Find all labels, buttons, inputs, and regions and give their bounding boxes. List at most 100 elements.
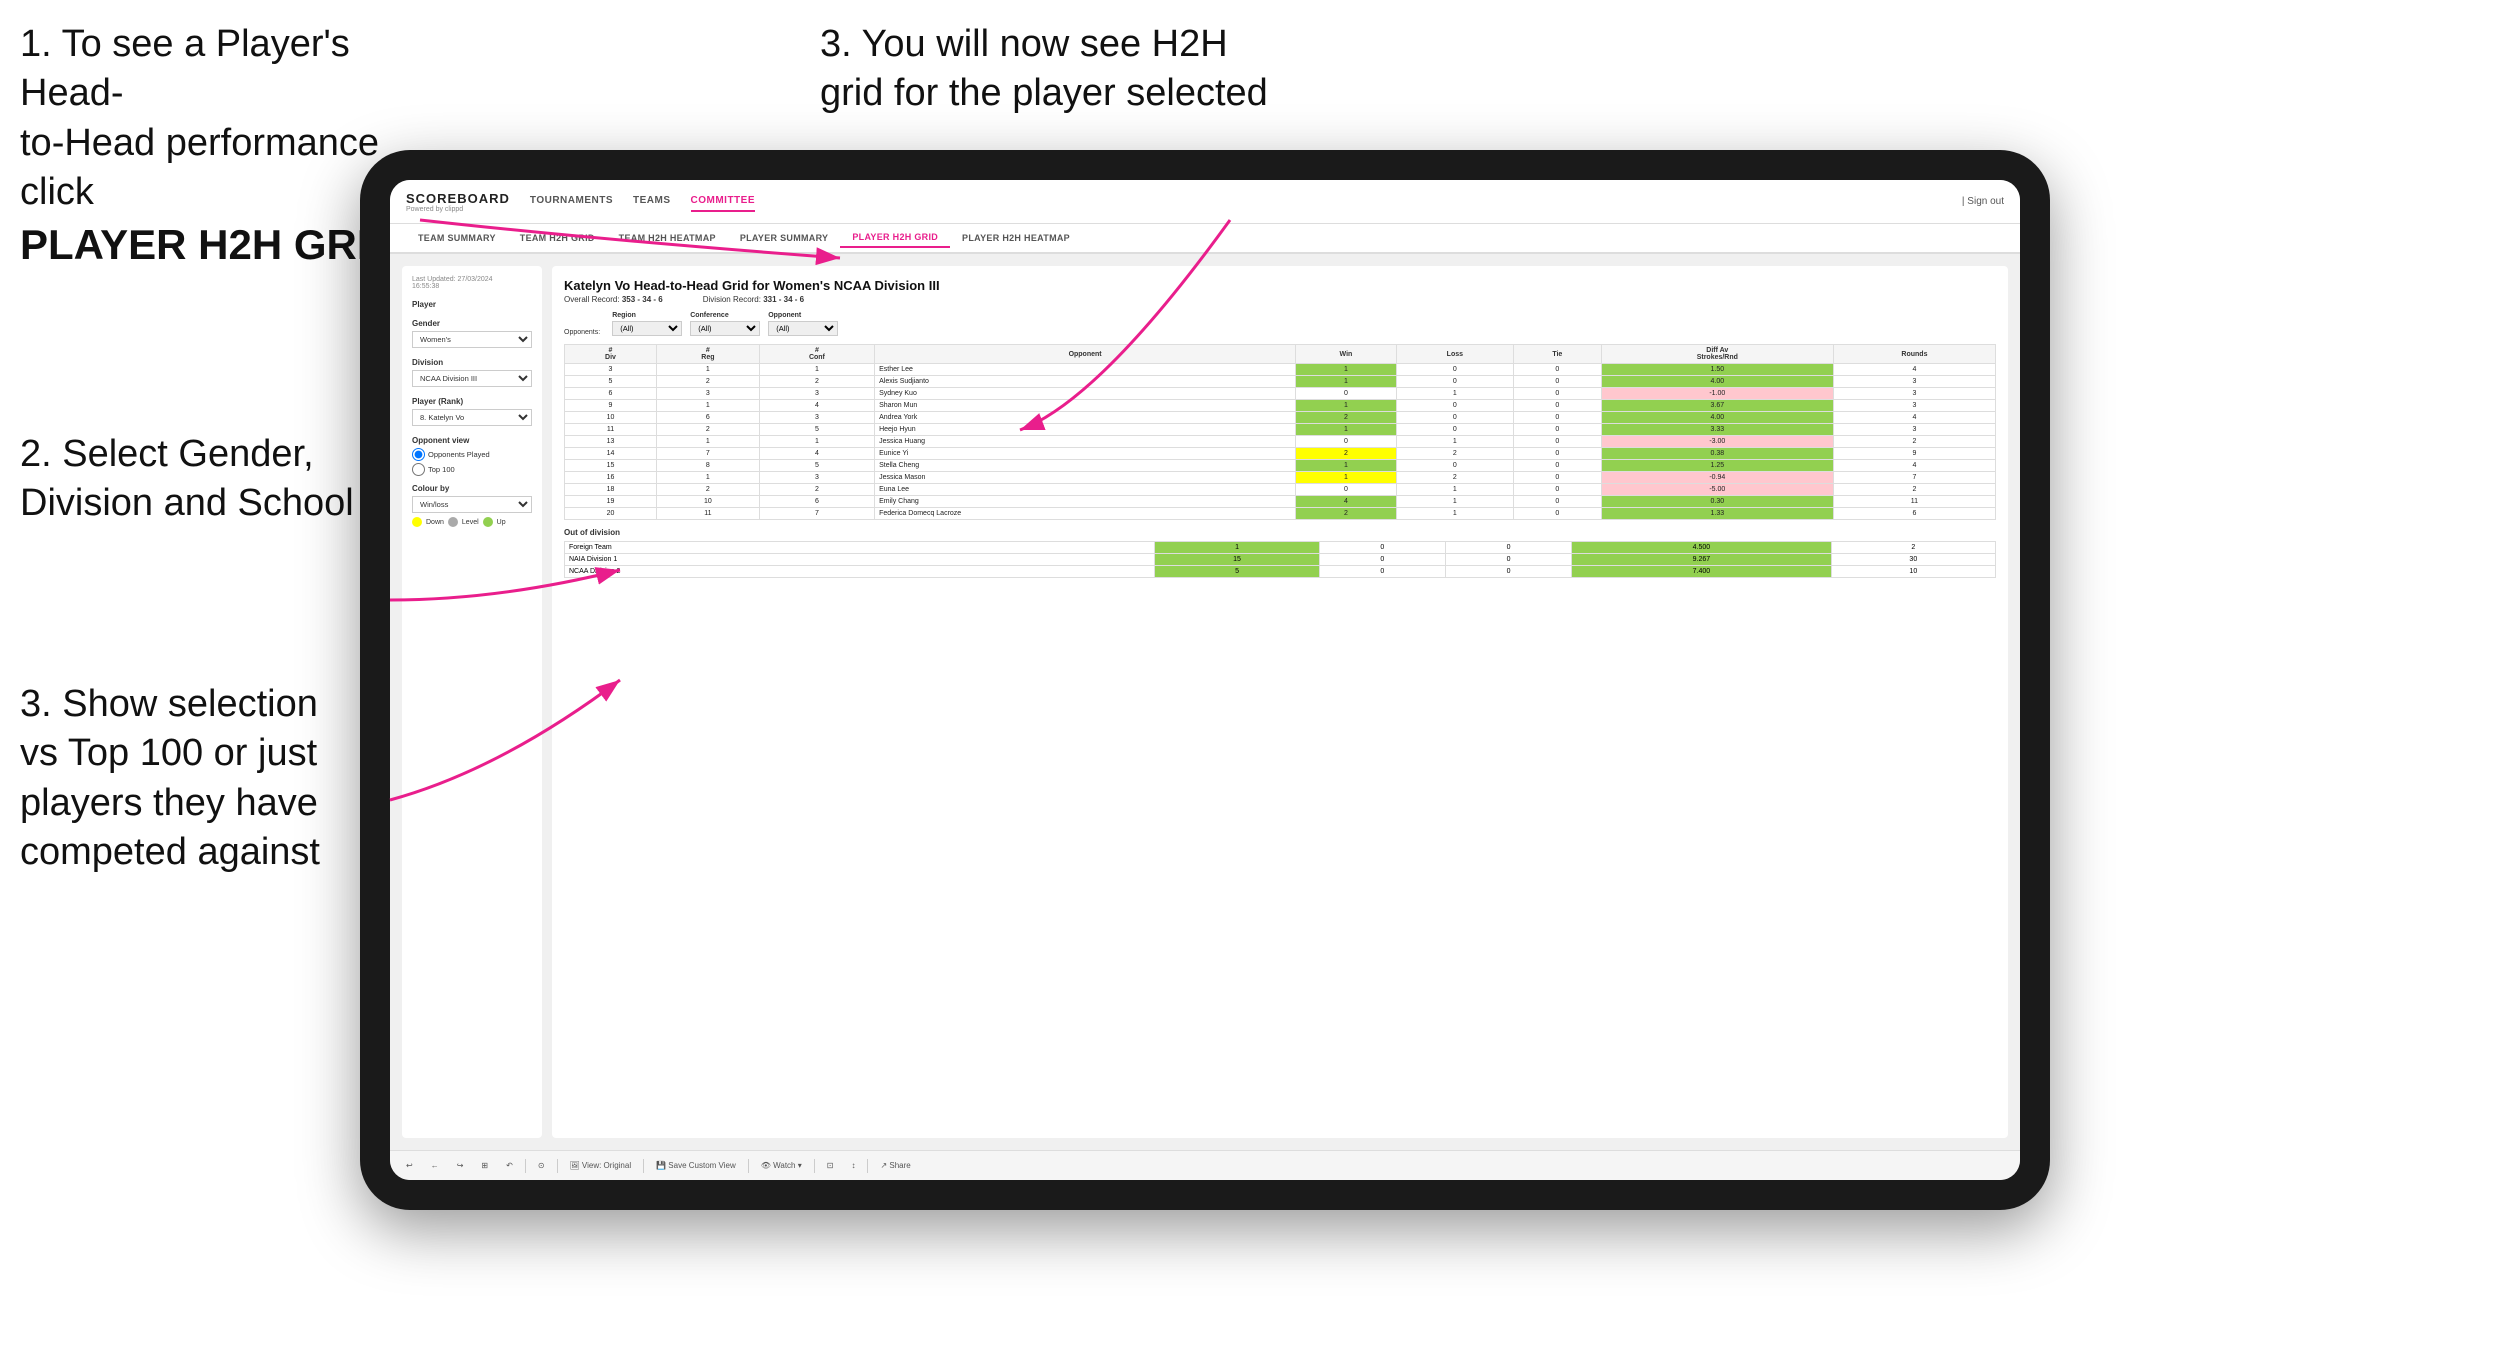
filter-opponent-select[interactable]: (All) [768, 321, 838, 336]
cell-div: 18 [565, 484, 657, 496]
out-table-row: Foreign Team 1 0 0 4.500 2 [565, 542, 1996, 554]
subnav-player-summary[interactable]: PLAYER SUMMARY [728, 229, 841, 247]
toolbar-watch[interactable]: 👁 Watch ▾ [755, 1158, 808, 1173]
sidebar-timestamp: Last Updated: 27/03/2024 16:55:38 [412, 276, 532, 290]
cell-win: 1 [1296, 364, 1397, 376]
gender-label: Gender [412, 319, 532, 328]
cell-div: 11 [565, 424, 657, 436]
toolbar-divider6 [867, 1159, 868, 1173]
cell-loss: 0 [1396, 364, 1513, 376]
division-select[interactable]: NCAA Division III [412, 370, 532, 387]
step3-left-line2: vs Top 100 or just [20, 732, 317, 774]
subnav-player-h2h-heatmap[interactable]: PLAYER H2H HEATMAP [950, 229, 1082, 247]
toolbar-layout[interactable]: ⊡ [821, 1158, 840, 1173]
cell-tie: 0 [1513, 436, 1601, 448]
cell-win: 2 [1296, 508, 1397, 520]
toolbar-arrows[interactable]: ↕ [845, 1158, 861, 1173]
toolbar-save-custom-view[interactable]: 💾 Save Custom View [650, 1158, 742, 1173]
filter-conference-select[interactable]: (All) [690, 321, 760, 336]
toolbar-redo[interactable]: ↪ [451, 1158, 470, 1173]
table-row: 3 1 1 Esther Lee 1 0 0 1.50 4 [565, 364, 1996, 376]
sidebar-colour-by: Colour by Win/loss Down Level Up [412, 484, 532, 527]
step1-line2: to-Head performance click [20, 122, 379, 213]
sidebar-player-section: Player [412, 300, 532, 309]
cell-tie: 0 [1513, 376, 1601, 388]
toolbar-divider3 [643, 1159, 644, 1173]
table-row: 10 6 3 Andrea York 2 0 0 4.00 4 [565, 412, 1996, 424]
tablet-screen: SCOREBOARD Powered by clippd TOURNAMENTS… [390, 180, 2020, 1180]
cell-diff: 4.00 [1601, 412, 1833, 424]
cell-tie: 0 [1513, 496, 1601, 508]
radio-top100-input[interactable] [412, 463, 425, 476]
sidebar-player-rank-section: Player (Rank) 8. Katelyn Vo [412, 397, 532, 426]
cell-diff: -0.94 [1601, 472, 1833, 484]
toolbar-undo[interactable]: ↩ [400, 1158, 419, 1173]
cell-opponent: Emily Chang [875, 496, 1296, 508]
cell-div: 3 [565, 364, 657, 376]
cell-conf: 4 [759, 448, 874, 460]
step3-right-text: 3. You will now see H2H grid for the pla… [820, 23, 1268, 114]
cell-conf: 2 [759, 376, 874, 388]
cell-diff: 0.30 [1601, 496, 1833, 508]
cell-loss: 1 [1396, 496, 1513, 508]
th-reg: #Reg [657, 345, 760, 364]
nav-teams[interactable]: TEAMS [633, 191, 671, 212]
cell-opponent: Sydney Kuo [875, 388, 1296, 400]
out-cell-name: NAIA Division 1 [565, 554, 1155, 566]
out-cell-rounds: 2 [1831, 542, 1995, 554]
cell-diff: 1.50 [1601, 364, 1833, 376]
cell-diff: -1.00 [1601, 388, 1833, 400]
radio-opponents-played-input[interactable] [412, 448, 425, 461]
cell-opponent: Sharon Mun [875, 400, 1296, 412]
radio-opponents-played-label: Opponents Played [428, 450, 490, 459]
brand: SCOREBOARD Powered by clippd [406, 191, 510, 213]
toolbar-timer[interactable]: ⊙ [532, 1158, 551, 1173]
gender-select[interactable]: Women's [412, 331, 532, 348]
cell-reg: 6 [657, 412, 760, 424]
player-rank-select[interactable]: 8. Katelyn Vo [412, 409, 532, 426]
cell-div: 19 [565, 496, 657, 508]
legend-dot-down [412, 517, 422, 527]
nav-committee[interactable]: COMMITTEE [691, 191, 756, 212]
toolbar-grid[interactable]: ⊞ [475, 1158, 494, 1173]
subnav-player-h2h-grid[interactable]: PLAYER H2H GRID [840, 228, 950, 248]
out-cell-tie: 0 [1445, 542, 1571, 554]
cell-rounds: 11 [1833, 496, 1995, 508]
legend: Down Level Up [412, 517, 532, 527]
cell-rounds: 3 [1833, 388, 1995, 400]
cell-opponent: Esther Lee [875, 364, 1296, 376]
radio-top100[interactable]: Top 100 [412, 463, 532, 476]
table-row: 11 2 5 Heejo Hyun 1 0 0 3.33 3 [565, 424, 1996, 436]
toolbar-divider1 [525, 1159, 526, 1173]
toolbar-divider2 [557, 1159, 558, 1173]
table-row: 16 1 3 Jessica Mason 1 2 0 -0.94 7 [565, 472, 1996, 484]
cell-tie: 0 [1513, 412, 1601, 424]
division-label: Division [412, 358, 532, 367]
subnav-team-h2h-grid[interactable]: TEAM H2H GRID [508, 229, 607, 247]
cell-opponent: Andrea York [875, 412, 1296, 424]
instruction-step3-left: 3. Show selection vs Top 100 or just pla… [20, 680, 320, 878]
nav-tournaments[interactable]: TOURNAMENTS [530, 191, 613, 212]
page-title: Katelyn Vo Head-to-Head Grid for Women's… [564, 278, 1996, 293]
step1-bold: PLAYER H2H GRID [20, 221, 399, 268]
cell-opponent: Heejo Hyun [875, 424, 1296, 436]
nav-sign-out[interactable]: | Sign out [1962, 196, 2004, 207]
colour-by-select[interactable]: Win/loss [412, 496, 532, 513]
cell-reg: 8 [657, 460, 760, 472]
toolbar-share[interactable]: ↗ Share [874, 1158, 916, 1173]
th-diff: Diff AvStrokes/Rnd [1601, 345, 1833, 364]
subnav-team-h2h-heatmap[interactable]: TEAM H2H HEATMAP [607, 229, 728, 247]
filter-region-select[interactable]: (All) [612, 321, 682, 336]
cell-rounds: 7 [1833, 472, 1995, 484]
table-header-row: #Div #Reg #Conf Opponent Win Loss Tie Di… [565, 345, 1996, 364]
out-cell-name: Foreign Team [565, 542, 1155, 554]
cell-opponent: Stella Cheng [875, 460, 1296, 472]
subnav-team-summary[interactable]: TEAM SUMMARY [406, 229, 508, 247]
cell-win: 1 [1296, 472, 1397, 484]
step3-left-line3: players they have [20, 782, 318, 824]
radio-opponents-played[interactable]: Opponents Played [412, 448, 532, 461]
toolbar-view-original[interactable]: 🖼 View: Original [564, 1158, 638, 1173]
cell-rounds: 4 [1833, 412, 1995, 424]
toolbar-back[interactable]: ← [425, 1158, 445, 1173]
toolbar-refresh[interactable]: ↶ [500, 1158, 519, 1173]
